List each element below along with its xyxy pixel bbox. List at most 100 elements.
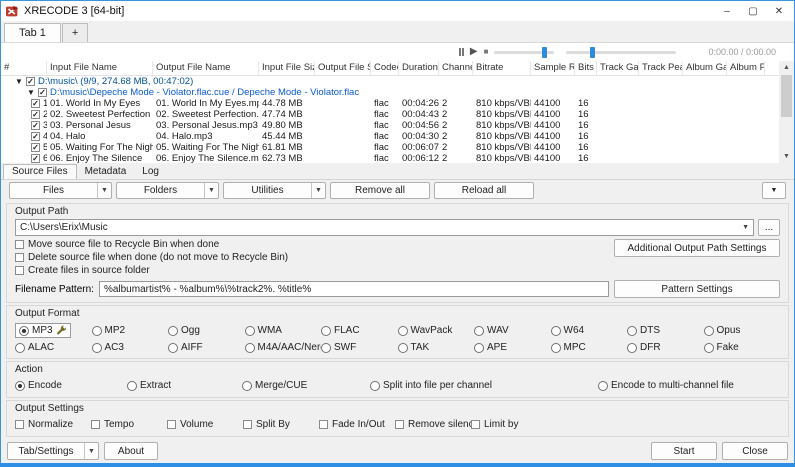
row-checkbox[interactable]: [31, 99, 40, 108]
checkbox-box[interactable]: [471, 420, 480, 429]
table-row[interactable]: 6 06. Enjoy The Silence 06. Enjoy The Si…: [1, 153, 779, 163]
col-header-album-peak[interactable]: Album Peak: [727, 61, 765, 75]
table-row[interactable]: 5 05. Waiting For The Night 05. Waiting …: [1, 142, 779, 153]
normalize-checkbox[interactable]: Normalize: [15, 419, 91, 430]
format-option-tak[interactable]: TAK: [397, 342, 475, 353]
minimize-icon[interactable]: –: [714, 2, 740, 20]
format-option-alac[interactable]: ALAC: [15, 342, 92, 353]
output-path-combo[interactable]: C:\Users\Erix\Music ▼: [15, 219, 754, 236]
format-option-w64[interactable]: W64: [550, 323, 628, 338]
chevron-down-icon[interactable]: ▼: [84, 443, 98, 459]
tab-source-files[interactable]: Source Files: [3, 164, 77, 179]
stop-icon[interactable]: ■: [484, 48, 489, 56]
reload-all-button[interactable]: Reload all: [434, 182, 534, 199]
fade-in-out-checkbox[interactable]: Fade In/Out: [319, 419, 395, 430]
col-header-input-size[interactable]: Input File Size: [259, 61, 315, 75]
format-option-wavpack[interactable]: WavPack: [397, 323, 475, 338]
row-checkbox[interactable]: [31, 154, 40, 163]
format-option-ac3[interactable]: AC3: [91, 342, 169, 353]
format-option-mp2[interactable]: MP2: [91, 323, 169, 338]
scroll-down-icon[interactable]: ▼: [783, 150, 790, 163]
browse-button[interactable]: ...: [758, 219, 780, 236]
additional-output-path-settings-button[interactable]: Additional Output Path Settings: [614, 239, 780, 257]
col-header-input-name[interactable]: Input File Name: [47, 61, 153, 75]
action-option-extract[interactable]: Extract: [127, 380, 242, 391]
checkbox-box[interactable]: [15, 240, 24, 249]
checkbox-box[interactable]: [15, 420, 24, 429]
col-header-duration[interactable]: Duration: [399, 61, 439, 75]
format-option-swf[interactable]: SWF: [321, 342, 398, 353]
close-button[interactable]: Close: [722, 442, 788, 460]
maximize-icon[interactable]: ▢: [740, 2, 766, 20]
seek-slider-thumb[interactable]: [542, 46, 548, 58]
start-button[interactable]: Start: [651, 442, 717, 460]
chevron-down-icon[interactable]: ▼: [97, 183, 111, 198]
album-checkbox[interactable]: [38, 88, 47, 97]
checkbox-box[interactable]: [15, 253, 24, 262]
tempo-checkbox[interactable]: Tempo: [91, 419, 167, 430]
format-option-opus[interactable]: Opus: [703, 323, 781, 338]
row-checkbox[interactable]: [31, 121, 40, 130]
tab-log[interactable]: Log: [134, 165, 167, 179]
delete-source-checkbox[interactable]: Delete source file when done (do not mov…: [15, 252, 610, 263]
col-header-track-gain[interactable]: Track Gain: [597, 61, 639, 75]
chevron-down-icon[interactable]: ▼: [311, 183, 325, 198]
col-header-output-name[interactable]: Output File Name: [153, 61, 259, 75]
checkbox-box[interactable]: [395, 420, 404, 429]
pause-icon[interactable]: [458, 48, 464, 56]
pattern-settings-button[interactable]: Pattern Settings: [614, 280, 780, 298]
format-option-mp3[interactable]: MP3: [15, 323, 92, 338]
action-option-split-per-channel[interactable]: Split into file per channel: [370, 380, 598, 391]
tab-1[interactable]: Tab 1: [4, 23, 61, 42]
album-row[interactable]: ▼ D:\music\Depeche Mode - Violator.flac.…: [1, 87, 779, 98]
col-header-channels[interactable]: Channels: [439, 61, 473, 75]
checkbox-box[interactable]: [243, 420, 252, 429]
chevron-down-icon[interactable]: ▼: [204, 183, 218, 198]
format-option-dts[interactable]: DTS: [627, 323, 704, 338]
action-option-merge-cue[interactable]: Merge/CUE: [242, 380, 370, 391]
col-header-codec[interactable]: Codec: [371, 61, 399, 75]
format-option-mpc[interactable]: MPC: [550, 342, 628, 353]
action-option-encode[interactable]: Encode: [15, 380, 127, 391]
folders-button[interactable]: Folders ▼: [116, 182, 219, 199]
volume-slider-thumb[interactable]: [590, 46, 596, 58]
checkbox-box[interactable]: [319, 420, 328, 429]
format-option-ape[interactable]: APE: [474, 342, 551, 353]
files-button[interactable]: Files ▼: [9, 182, 112, 199]
group-row[interactable]: ▼ D:\music\ (9/9, 274.68 MB, 00:47:02): [1, 76, 779, 87]
volume-slider[interactable]: [566, 46, 677, 58]
utilities-button[interactable]: Utilities ▼: [223, 182, 326, 199]
tab-metadata[interactable]: Metadata: [77, 165, 135, 179]
format-option-wma[interactable]: WMA: [244, 323, 322, 338]
vertical-scrollbar[interactable]: ▲ ▼: [779, 61, 794, 163]
checkbox-box[interactable]: [91, 420, 100, 429]
table-row[interactable]: 2 02. Sweetest Perfection 02. Sweetest P…: [1, 109, 779, 120]
checkbox-box[interactable]: [15, 266, 24, 275]
table-row[interactable]: 1 01. World In My Eyes 01. World In My E…: [1, 98, 779, 109]
format-option-ogg[interactable]: Ogg: [168, 323, 245, 338]
col-header-num[interactable]: #: [1, 61, 47, 75]
format-option-dfr[interactable]: DFR: [627, 342, 704, 353]
col-header-output-size[interactable]: Output File Size: [315, 61, 371, 75]
col-header-bits[interactable]: Bits: [575, 61, 597, 75]
row-checkbox[interactable]: [31, 132, 40, 141]
split-by-checkbox[interactable]: Split By: [243, 419, 319, 430]
table-row[interactable]: 4 04. Halo 04. Halo.mp3 45.44 MB flac 00…: [1, 131, 779, 142]
format-option-flac[interactable]: FLAC: [321, 323, 398, 338]
col-header-bitrate[interactable]: Bitrate: [473, 61, 531, 75]
add-tab-button[interactable]: +: [61, 23, 89, 42]
remove-silence-checkbox[interactable]: Remove silence: [395, 419, 479, 430]
close-icon[interactable]: ✕: [766, 2, 792, 20]
recycle-bin-checkbox[interactable]: Move source file to Recycle Bin when don…: [15, 239, 610, 250]
create-in-source-checkbox[interactable]: Create files in source folder: [15, 265, 610, 276]
col-header-sample-rate[interactable]: Sample Rate: [531, 61, 575, 75]
wrench-icon[interactable]: [56, 325, 67, 336]
volume-checkbox[interactable]: Volume: [167, 419, 243, 430]
about-button[interactable]: About: [104, 442, 158, 460]
limit-by-checkbox[interactable]: Limit by: [471, 419, 547, 430]
play-icon[interactable]: ▶: [470, 47, 478, 57]
row-checkbox[interactable]: [31, 110, 40, 119]
more-options-button[interactable]: ▼: [762, 182, 786, 199]
format-option-m4a[interactable]: M4A/AAC/Nero: [244, 342, 321, 353]
chevron-down-icon[interactable]: ▼: [742, 224, 749, 231]
